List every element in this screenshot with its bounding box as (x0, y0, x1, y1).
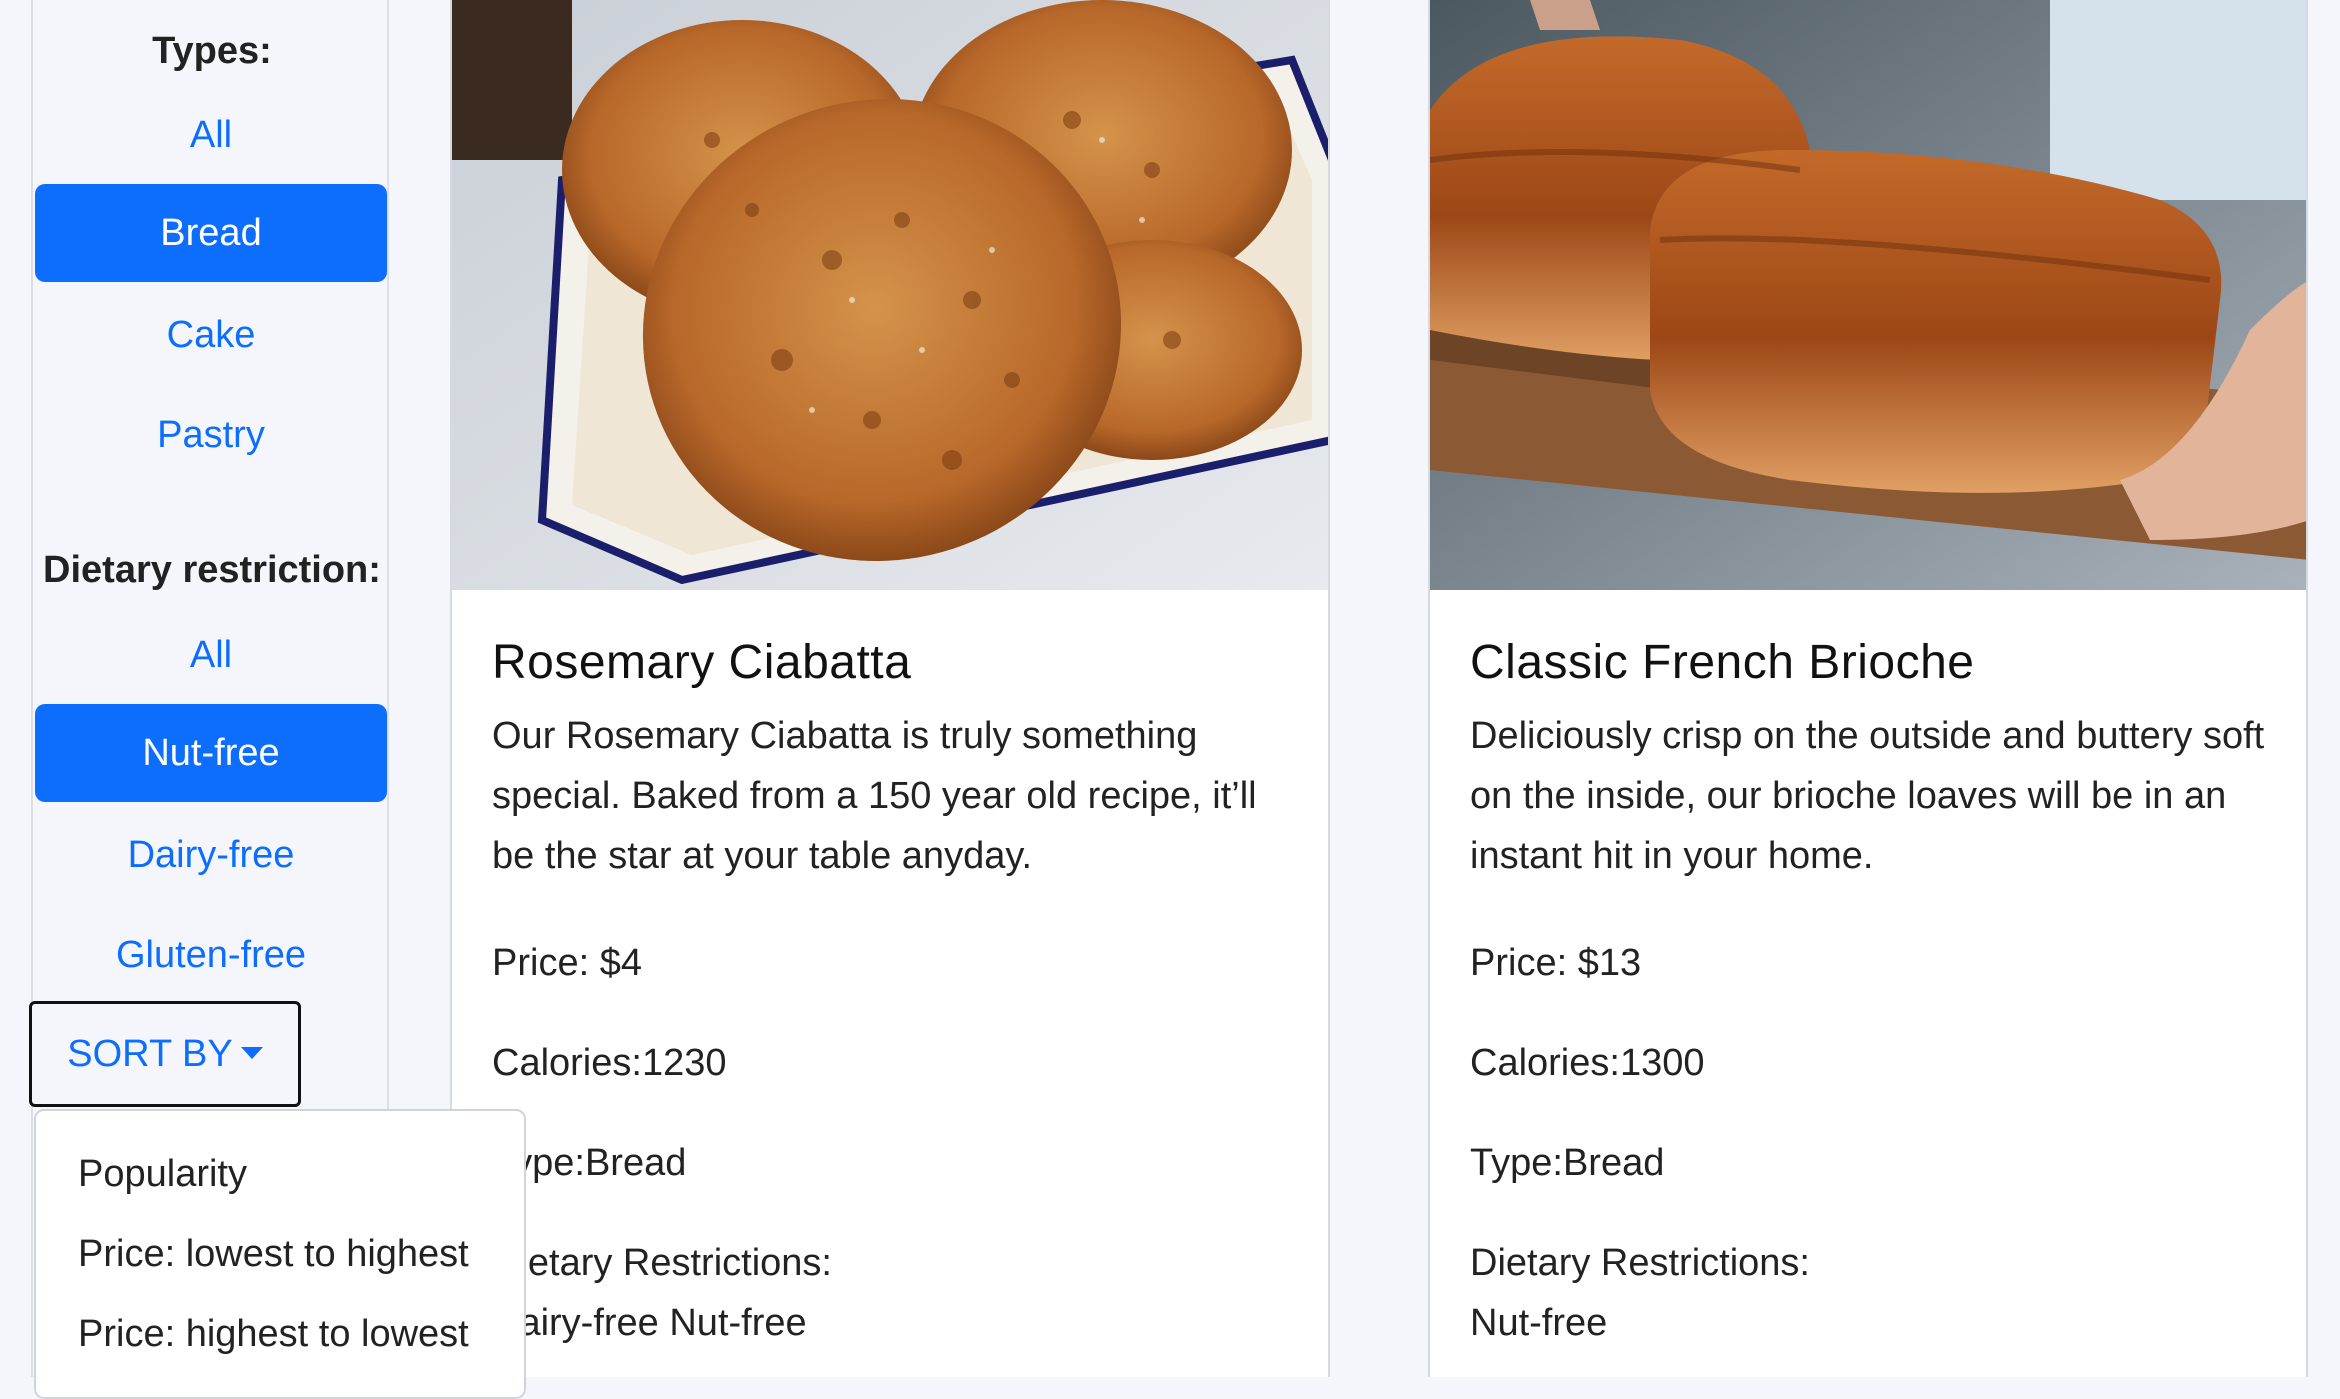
product-description: Our Rosemary Ciabatta is truly something… (492, 715, 1257, 877)
product-image (452, 0, 1328, 590)
product-description: Deliciously crisp on the outside and but… (1470, 715, 2265, 877)
product-card: Rosemary Ciabatta Our Rosemary Ciabatta … (450, 0, 1330, 1377)
product-dietary-label: Dietary Restrictions: (1470, 1242, 1810, 1284)
sort-by-label: SORT BY (67, 1033, 233, 1075)
sort-option-popularity[interactable]: Popularity (36, 1153, 524, 1196)
sort-by-button[interactable]: SORT BY (29, 1001, 301, 1107)
filter-dietary-nut-free[interactable]: Nut-free (35, 704, 387, 802)
product-title: Classic French Brioche (1470, 636, 1975, 689)
filter-type-pastry[interactable]: Pastry (35, 386, 387, 484)
dietary-heading: Dietary restriction: (43, 549, 381, 591)
product-price: Price: $13 (1470, 942, 1642, 984)
product-card: Classic French Brioche Deliciously crisp… (1428, 0, 2308, 1377)
types-heading: Types: (152, 30, 272, 72)
product-image (1430, 0, 2306, 590)
product-dietary-values: Dairy-free Nut-free (492, 1302, 807, 1344)
sort-option-price-low-high[interactable]: Price: lowest to highest (36, 1233, 524, 1276)
filter-dietary-gluten-free[interactable]: Gluten-free (35, 906, 387, 1004)
sort-option-price-high-low[interactable]: Price: highest to lowest (36, 1313, 524, 1356)
filter-dietary-all[interactable]: All (35, 606, 387, 704)
product-dietary-values: Nut-free (1470, 1302, 1608, 1344)
product-type: Type:Bread (1470, 1142, 1665, 1184)
sort-dropdown-menu: Popularity Price: lowest to highest Pric… (34, 1109, 526, 1399)
product-calories: Calories:1300 (1470, 1042, 1705, 1084)
product-card-body: Rosemary Ciabatta Our Rosemary Ciabatta … (492, 620, 1298, 1344)
filter-dietary-dairy-free[interactable]: Dairy-free (35, 806, 387, 904)
brioche-photo (1430, 0, 2306, 590)
filter-type-all[interactable]: All (35, 86, 387, 184)
caret-down-icon (240, 1046, 263, 1059)
product-calories: Calories:1230 (492, 1042, 727, 1084)
product-price: Price: $4 (492, 942, 642, 984)
product-card-body: Classic French Brioche Deliciously crisp… (1470, 620, 2276, 1344)
product-dietary-label: Dietary Restrictions: (492, 1242, 832, 1284)
filter-type-bread[interactable]: Bread (35, 184, 387, 282)
filter-type-cake[interactable]: Cake (35, 286, 387, 384)
ciabatta-photo (452, 0, 1328, 590)
product-title: Rosemary Ciabatta (492, 636, 912, 689)
